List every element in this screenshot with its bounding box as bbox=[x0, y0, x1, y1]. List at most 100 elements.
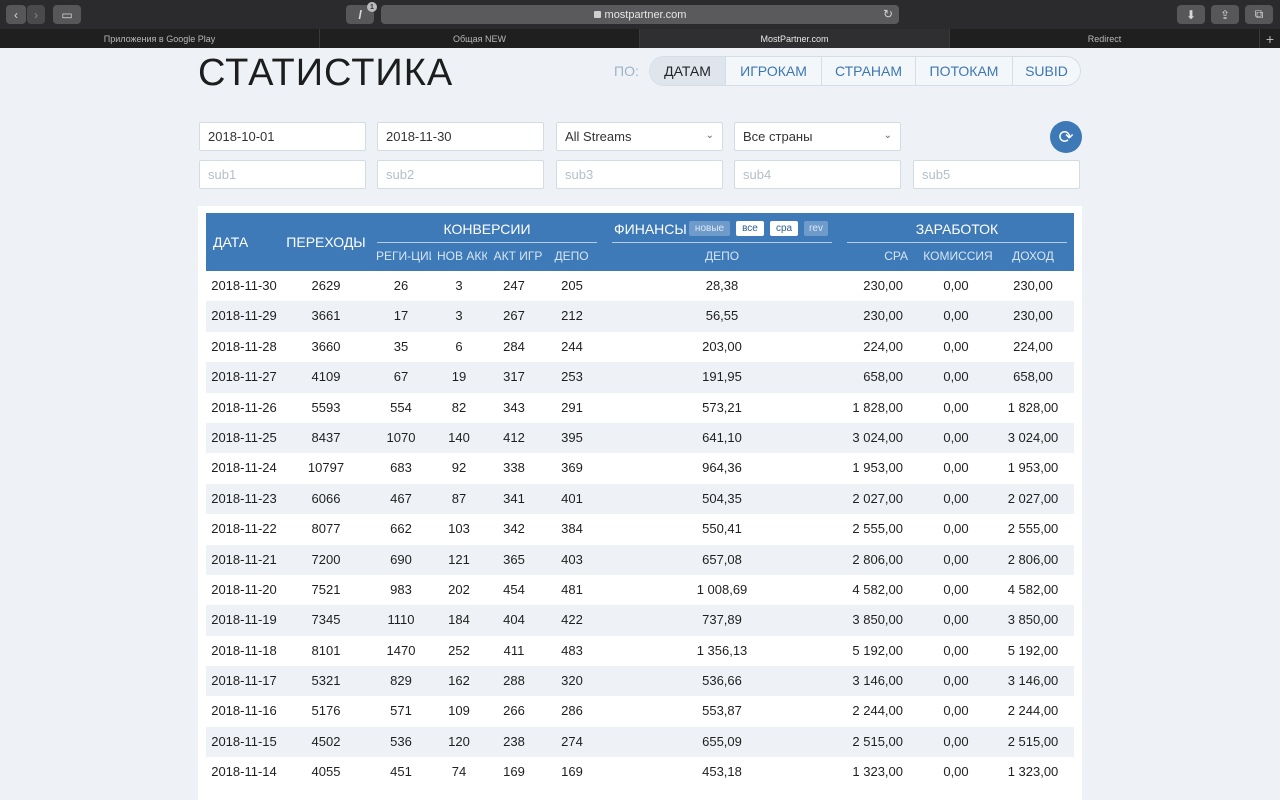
group-by-players[interactable]: ИГРОКАМ bbox=[726, 57, 822, 85]
share-button[interactable]: ⇪ bbox=[1211, 5, 1239, 24]
cell-deposit-count: 212 bbox=[561, 308, 583, 324]
country-select[interactable]: Все страны ⌄ bbox=[734, 122, 901, 151]
cell-date: 2018-11-19 bbox=[211, 612, 277, 628]
header-commission[interactable]: КОМИССИЯ bbox=[918, 249, 998, 263]
cell-clicks: 7345 bbox=[311, 612, 341, 628]
sidebar-toggle-button[interactable]: ▭ bbox=[53, 5, 81, 24]
cell-active-players: 266 bbox=[503, 703, 525, 719]
header-active-players[interactable]: АКТ ИГР bbox=[493, 249, 543, 263]
date-to-input[interactable]: 2018-11-30 bbox=[377, 122, 544, 151]
refresh-button[interactable]: ⟳ bbox=[1050, 121, 1082, 153]
group-by-countries[interactable]: СТРАНАМ bbox=[822, 57, 916, 85]
cell-registrations: 690 bbox=[390, 551, 412, 567]
header-clicks[interactable]: ПЕРЕХОДЫ bbox=[286, 234, 366, 250]
cell-deposit-sum: 1 356,13 bbox=[696, 642, 748, 658]
browser-tab[interactable]: Общая NEW bbox=[320, 29, 640, 48]
cell-registrations: 683 bbox=[390, 460, 412, 476]
cell-deposit-count: 286 bbox=[561, 703, 583, 719]
extension-button[interactable]: l 1 bbox=[346, 2, 377, 24]
cell-income: 1 953,00 bbox=[1007, 460, 1059, 476]
cell-income: 224,00 bbox=[1013, 338, 1053, 354]
back-button[interactable]: ‹ bbox=[6, 5, 26, 24]
sub2-input[interactable]: sub2 bbox=[377, 160, 544, 189]
date-from-input[interactable]: 2018-10-01 bbox=[199, 122, 366, 151]
cell-date: 2018-11-22 bbox=[211, 521, 277, 537]
new-tab-button[interactable]: + bbox=[1260, 29, 1280, 48]
cell-income: 5 192,00 bbox=[1007, 642, 1059, 658]
cell-deposit-sum: 504,35 bbox=[702, 490, 742, 506]
sub3-input[interactable]: sub3 bbox=[556, 160, 723, 189]
sub1-input[interactable]: sub1 bbox=[199, 160, 366, 189]
sub4-input[interactable]: sub4 bbox=[734, 160, 901, 189]
reload-icon[interactable]: ↻ bbox=[883, 7, 893, 21]
stream-select[interactable]: All Streams ⌄ bbox=[556, 122, 723, 151]
cell-registrations: 1070 bbox=[386, 429, 416, 445]
chevron-left-icon: ‹ bbox=[14, 7, 18, 22]
finance-filter-cpa[interactable]: cpa bbox=[770, 221, 798, 236]
cell-new-accounts: 120 bbox=[448, 733, 470, 749]
finance-filter-all[interactable]: все bbox=[736, 221, 764, 236]
cell-clicks: 8077 bbox=[311, 521, 341, 537]
header-new-accounts[interactable]: НОВ АКК bbox=[437, 249, 487, 263]
header-registrations[interactable]: РЕГИ-ЦИЙ bbox=[376, 249, 431, 263]
cell-clicks: 4109 bbox=[311, 369, 341, 385]
cell-cpa: 2 244,00 bbox=[852, 703, 903, 719]
cell-new-accounts: 74 bbox=[451, 764, 467, 780]
header-cpa[interactable]: CPA bbox=[850, 249, 908, 263]
cell-deposit-count: 169 bbox=[561, 764, 583, 780]
address-bar[interactable]: mostpartner.com ↻ bbox=[381, 5, 899, 24]
sub5-input[interactable]: sub5 bbox=[913, 160, 1080, 189]
forward-button[interactable]: › bbox=[27, 5, 45, 24]
cell-active-players: 454 bbox=[503, 581, 525, 597]
header-deposits[interactable]: ДЕПО bbox=[549, 249, 594, 263]
browser-tab[interactable]: Redirect bbox=[950, 29, 1260, 48]
cell-clicks: 3661 bbox=[311, 308, 341, 324]
cell-registrations: 35 bbox=[393, 338, 409, 354]
cell-new-accounts: 140 bbox=[448, 429, 470, 445]
cell-deposit-sum: 191,95 bbox=[702, 369, 742, 385]
header-income[interactable]: ДОХОД bbox=[1000, 249, 1066, 263]
cell-date: 2018-11-16 bbox=[211, 703, 277, 719]
cell-date: 2018-11-18 bbox=[211, 642, 277, 658]
header-finance-deposits[interactable]: ДЕПО bbox=[612, 249, 832, 263]
finance-filter-rev[interactable]: rev bbox=[804, 221, 828, 236]
cell-registrations: 467 bbox=[390, 490, 412, 506]
group-by-dates[interactable]: ДАТАМ bbox=[650, 57, 726, 85]
group-by-subid[interactable]: SUBID bbox=[1013, 57, 1080, 85]
cell-commission: 0,00 bbox=[943, 642, 969, 658]
cell-active-players: 411 bbox=[503, 642, 525, 658]
cell-cpa: 3 146,00 bbox=[852, 673, 903, 689]
refresh-icon: ⟳ bbox=[1058, 126, 1074, 147]
cell-new-accounts: 103 bbox=[448, 521, 470, 537]
table-row: 2018-11-23 6066 467 87 341 401 504,35 2 027,00 0… bbox=[206, 483, 1074, 515]
cell-commission: 0,00 bbox=[943, 733, 969, 749]
browser-tab-bar: Приложения в Google Play Общая NEW MostP… bbox=[0, 29, 1280, 48]
finance-filter-new[interactable]: новые bbox=[689, 221, 730, 236]
group-by-streams[interactable]: ПОТОКАМ bbox=[916, 57, 1013, 85]
cell-active-players: 247 bbox=[503, 278, 525, 293]
cell-active-players: 284 bbox=[503, 338, 525, 354]
header-earnings: ЗАРАБОТОК bbox=[915, 221, 999, 237]
chevron-right-icon: › bbox=[34, 7, 38, 22]
cell-deposit-count: 401 bbox=[561, 490, 583, 506]
downloads-button[interactable]: ⬇ bbox=[1177, 5, 1205, 24]
cell-registrations: 1470 bbox=[386, 642, 416, 658]
cell-active-players: 317 bbox=[503, 369, 525, 385]
page-title: СТАТИСТИКА bbox=[198, 52, 454, 94]
cell-clicks: 4502 bbox=[311, 733, 341, 749]
cell-income: 2 027,00 bbox=[1007, 490, 1059, 506]
browser-tab[interactable]: Приложения в Google Play bbox=[0, 29, 320, 48]
browser-tab-active[interactable]: MostPartner.com bbox=[640, 29, 950, 48]
cell-commission: 0,00 bbox=[943, 308, 969, 324]
tabs-overview-button[interactable]: ⧉ bbox=[1245, 5, 1273, 24]
cell-registrations: 983 bbox=[390, 581, 412, 597]
table-row: 2018-11-27 4109 67 19 317 253 191,95 658,00 0,00… bbox=[206, 362, 1074, 393]
table-row: 2018-11-30 2629 26 3 247 205 28,38 230,00 0,00 23… bbox=[206, 271, 1074, 301]
tab-label: MostPartner.com bbox=[760, 33, 829, 44]
cell-income: 4 582,00 bbox=[1007, 581, 1059, 597]
cell-deposit-sum: 553,87 bbox=[702, 703, 742, 719]
header-date[interactable]: ДАТА bbox=[213, 234, 263, 250]
cell-deposit-sum: 641,10 bbox=[702, 429, 742, 445]
cell-active-players: 267 bbox=[503, 308, 525, 324]
cell-deposit-count: 274 bbox=[561, 733, 583, 749]
